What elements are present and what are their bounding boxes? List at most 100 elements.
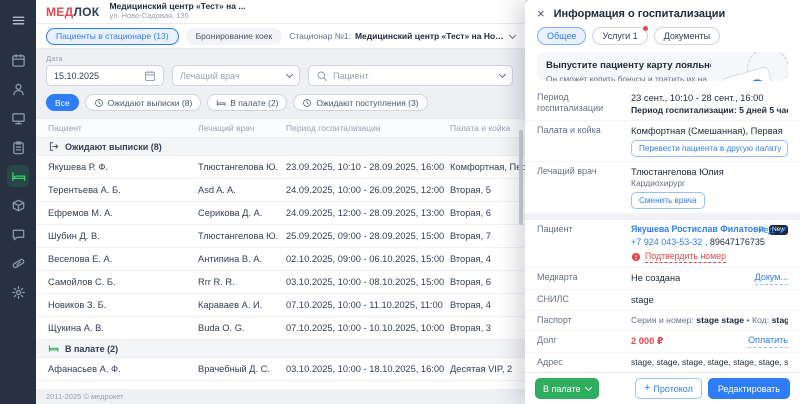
table-cell: 24.09.2025, 10:00 - 26.09.2025, 12:00 <box>286 185 445 195</box>
documents-link[interactable]: Докум... <box>754 272 788 285</box>
section-header[interactable]: Ожидают выписки (8) <box>36 138 525 156</box>
table-cell: Афанасьев А. Ф. <box>48 364 121 374</box>
table-cell: Антипина В. А. <box>198 254 263 264</box>
ward-value: Комфортная (Смешанная), Первая <box>631 126 783 137</box>
sidebar-item-bed[interactable] <box>7 165 29 187</box>
field-label: Период госпитализации <box>537 92 604 114</box>
table-row[interactable]: Якушева Р. Ф. Тлюстангелова Ю. 23.09.2025,… <box>36 156 525 179</box>
table-cell: 02.10.2025, 09:00 - 06.10.2025, 15:00 <box>286 254 445 264</box>
tab-documents[interactable]: Документы <box>653 27 721 45</box>
debt-value: 2 000 ₽ <box>631 336 664 347</box>
app-logo[interactable]: МЕДЛОК <box>46 5 99 19</box>
change-doctor-button[interactable]: Сменить врача <box>631 192 705 210</box>
table-cell: 24.09.2025, 12:00 - 28.09.2025, 13:00 <box>286 208 445 218</box>
tab-services[interactable]: Услуги 1 <box>592 26 648 45</box>
edit-patient-link[interactable]: Ред. <box>758 225 788 235</box>
passport-series-label: Серия и номер: <box>631 314 694 325</box>
drawer-content: Выпустите пациенту карту лояльности Он с… <box>525 52 800 372</box>
medcard-value: Не создана <box>631 273 681 284</box>
clinic-selector[interactable]: Медицинский центр «Тест» на ... ул. Ново… <box>109 2 245 20</box>
table-cell: Терентьева А. Б. <box>48 185 121 195</box>
loyalty-card-illustration <box>717 52 788 81</box>
column-header: Период госпитализации <box>286 123 381 133</box>
notification-dot <box>642 26 648 31</box>
tab-bed-booking[interactable]: Бронирование коек <box>185 27 283 45</box>
table-row[interactable]: Ефремов М. А. Серикова Д. А. 24.09.2025, 1… <box>36 202 525 225</box>
table-cell: Вторая, 7 <box>450 231 491 241</box>
sidebar-item-patients[interactable] <box>7 78 29 100</box>
loyalty-text: Выпустите пациенту карту лояльности Он с… <box>546 60 711 81</box>
table-cell: Вторая, 6 <box>450 277 491 287</box>
date-value: 15.10.2025 <box>54 70 100 81</box>
loyalty-card-banner: Выпустите пациенту карту лояльности Он с… <box>537 52 788 81</box>
table-cell: Шубин Д. В. <box>48 231 100 241</box>
hospital-selector[interactable]: Стационар №1: Медицинский центр «Тест» н… <box>289 31 517 41</box>
sidebar-item-chat[interactable] <box>7 223 29 245</box>
card-dot <box>748 77 767 81</box>
field-label: Пациент <box>537 224 573 235</box>
chip-all[interactable]: Все <box>46 94 79 111</box>
table-cell: Врачебный Д. С. <box>198 364 270 374</box>
filters-row: Дата 15.10.2025 Лечащий врач Пациент <box>36 49 525 89</box>
doctor-select[interactable]: Лечащий врач <box>172 65 300 86</box>
pay-link[interactable]: Оплатить <box>748 335 788 348</box>
section-title: Ожидают выписки (8) <box>65 141 162 152</box>
address-value: stage, stage, stage, stage, stage, stage… <box>631 356 788 367</box>
hospitalization-drawer: × Информация о госпитализации Общее Услу… <box>525 0 800 404</box>
calendar-icon <box>144 70 156 82</box>
tab-inpatients[interactable]: Пациенты в стационаре (13) <box>46 27 179 45</box>
menu-icon[interactable] <box>7 9 29 31</box>
table-cell: Buda O. G. <box>198 323 245 333</box>
sidebar-item-box[interactable] <box>7 194 29 216</box>
confirm-phone-link[interactable]: Подтвердить номер <box>645 251 727 263</box>
phone-secondary: 89647176735 <box>709 236 765 247</box>
loyalty-title: Выпустите пациенту карту лояльности <box>546 60 711 71</box>
sidebar-item-settings[interactable] <box>7 281 29 303</box>
table-cell: 25.09.2025, 09:00 - 28.09.2025, 15:00 <box>286 231 445 241</box>
sidebar-item-pill[interactable] <box>7 252 29 274</box>
sidebar-item-desktop[interactable] <box>7 107 29 129</box>
protocol-button[interactable]: + Протокол <box>634 378 702 399</box>
bed-icon <box>48 343 59 354</box>
phone-primary[interactable]: +7 924 043-53-32 <box>631 237 702 247</box>
field-label: Долг <box>537 335 557 346</box>
field-passport: Паспорт Серия и номер: stage stage • Код… <box>525 311 800 332</box>
date-filter: Дата 15.10.2025 <box>46 54 164 86</box>
hospital-name: Медицинский центр «Тест» на Ново-Садовой… <box>354 31 506 41</box>
section-title: В палате (2) <box>65 343 119 354</box>
sidebar-item-clipboard[interactable] <box>7 136 29 158</box>
field-label: Палата и койка <box>537 125 601 136</box>
tab-general[interactable]: Общее <box>537 27 587 45</box>
table-scrollbar[interactable] <box>519 130 523 225</box>
sidebar-item-schedule[interactable] <box>7 49 29 71</box>
table-cell: Вторая, 6 <box>450 208 491 218</box>
status-select[interactable]: В палате <box>535 378 600 399</box>
field-medcard: Медкарта Не создана Докум... <box>525 268 800 290</box>
table-row[interactable]: Самойлов С. Б. Rrr R. R. 03.10.2025, 10:00… <box>36 271 525 294</box>
table-row[interactable]: Новиков З. Б. Караваев А. И. 07.10.2025, 1… <box>36 294 525 317</box>
bed-icon <box>216 98 226 108</box>
section-header[interactable]: В палате (2) <box>36 340 525 358</box>
clinic-address: ул. Ново-Садовая, 135 <box>109 12 189 21</box>
chip-awaiting-admission[interactable]: Ожидают поступления (3) <box>293 94 428 111</box>
table-row[interactable]: Терентьева А. Б. Asd A. A. 24.09.2025, 10:… <box>36 179 525 202</box>
patient-search-input[interactable]: Пациент <box>308 65 513 86</box>
patient-name-link[interactable]: Якушева Ростислав Филатович <box>631 224 765 235</box>
transfer-ward-button[interactable]: Перевести пациента в другую палату <box>631 140 788 158</box>
date-input[interactable]: 15.10.2025 <box>46 65 164 86</box>
chevron-down-icon <box>585 383 593 392</box>
table-row[interactable]: Веселова Е. А. Антипина В. А. 02.10.2025, … <box>36 248 525 271</box>
table-row[interactable]: Щукина А. В. Buda O. G. 07.10.2025, 10:00 … <box>36 317 525 340</box>
chip-awaiting-discharge[interactable]: Ожидают выписки (8) <box>84 94 202 111</box>
field-label: Паспорт <box>537 314 572 325</box>
table-row[interactable]: Афанасьев А. Ф. Врачебный Д. С. 03.10.2025… <box>36 358 525 381</box>
table-row[interactable]: Шубин Д. В. Тлюстангелова Ю. 25.09.2025, 0… <box>36 225 525 248</box>
close-icon[interactable]: × <box>537 7 545 20</box>
search-icon <box>316 70 328 82</box>
chip-in-ward[interactable]: В палате (2) <box>207 94 288 111</box>
logo-med: МЕД <box>46 4 74 19</box>
table-cell: 03.10.2025, 10:00 - 18.10.2025, 16:00 <box>286 364 445 374</box>
table-cell: Новиков З. Б. <box>48 300 107 310</box>
passport-code-label: Код: <box>751 314 770 325</box>
edit-button[interactable]: Редактировать <box>707 378 790 399</box>
